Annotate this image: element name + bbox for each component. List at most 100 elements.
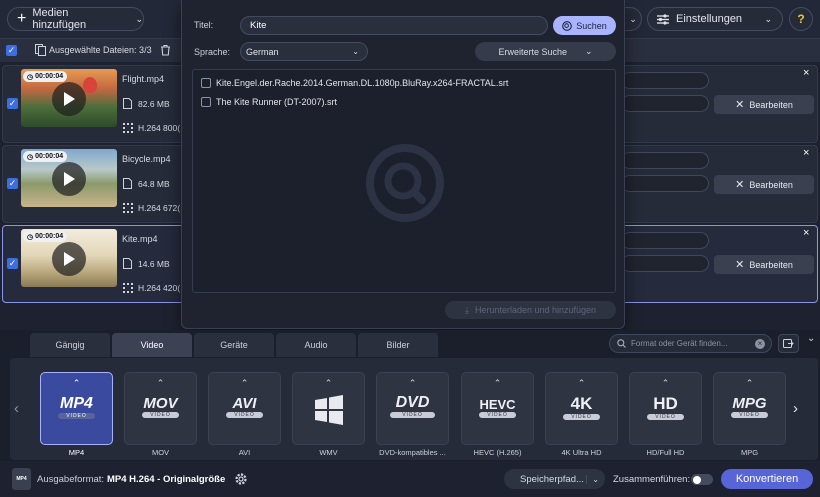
tab-audio[interactable]: Audio [276, 333, 356, 357]
format-card-dvd[interactable]: ⌃ DVD VIDEO [376, 372, 449, 445]
search-button[interactable]: Suchen [553, 16, 616, 35]
edit-label: Bearbeiten [749, 99, 793, 110]
title-input[interactable]: Kite [240, 16, 548, 35]
edit-button[interactable]: ✕ Bearbeiten [714, 175, 814, 194]
merge-toggle[interactable] [691, 474, 713, 485]
format-card-4k[interactable]: ⌃ 4K VIDEO [545, 372, 618, 445]
remove-file-icon[interactable]: × [803, 147, 809, 159]
export-format-button[interactable] [778, 334, 799, 353]
codec-info: H.264 420( [138, 283, 181, 293]
result-checkbox[interactable] [201, 78, 211, 88]
format-logo: 4K [570, 394, 593, 413]
file-name: Bicycle.mp4 [122, 154, 171, 164]
codec-info: H.264 672( [138, 203, 181, 213]
file-size: 82.6 MB [138, 99, 170, 109]
help-button[interactable]: ? [789, 7, 813, 31]
codec-icon [123, 283, 133, 293]
format-search-input[interactable]: Format oder Gerät finden... × [609, 334, 772, 353]
play-icon[interactable] [52, 242, 86, 276]
format-sub: VIDEO [563, 414, 600, 420]
advanced-search-button[interactable]: Erweiterte Suche ⌄ [475, 42, 616, 61]
tab-label: Geräte [220, 340, 248, 350]
tab-images[interactable]: Bilder [358, 333, 438, 357]
convert-button[interactable]: Konvertieren [721, 469, 813, 489]
gear-icon[interactable] [234, 472, 248, 486]
tab-devices[interactable]: Geräte [194, 333, 274, 357]
video-thumbnail[interactable]: ◷ 00:00:04 [21, 229, 117, 287]
result-checkbox[interactable] [201, 97, 211, 107]
format-card-hevc[interactable]: ⌃ HEVC VIDEO [461, 372, 534, 445]
format-logo: MP4 [60, 395, 93, 412]
edit-button[interactable]: ✕ Bearbeiten [714, 95, 814, 114]
result-item[interactable]: Kite.Engel.der.Rache.2014.German.DL.1080… [201, 78, 508, 88]
format-card-mpg[interactable]: ⌃ MPG VIDEO [713, 372, 786, 445]
language-select[interactable]: German ⌄ [240, 42, 368, 61]
result-name: Kite.Engel.der.Rache.2014.German.DL.1080… [216, 78, 509, 88]
file-checkbox[interactable]: ✓ [7, 178, 18, 189]
output-dropdown-button[interactable]: ⌄ [625, 7, 642, 31]
format-card-mov[interactable]: ⌃ MOV VIDEO [124, 372, 197, 445]
subtitle-dropdown[interactable] [621, 175, 709, 192]
format-label: MOV [151, 448, 170, 457]
add-media-button[interactable]: + Medien hinzufügen ⌄ [7, 7, 144, 31]
select-all-checkbox[interactable]: ✓ [6, 45, 17, 56]
scroll-right-icon[interactable]: › [793, 400, 798, 417]
selected-files-label: Ausgewählte Dateien: 3/3 [49, 45, 152, 55]
video-thumbnail[interactable]: ◷ 00:00:04 [21, 69, 117, 127]
trash-icon[interactable] [160, 44, 171, 56]
download-icon: ⤓ [464, 304, 469, 315]
save-path-label: Speicherpfad... [520, 473, 584, 485]
clock-icon: ◷ [27, 233, 34, 241]
output-format-badge: MP4 [16, 476, 27, 482]
format-card-wmv[interactable]: ⌃ [292, 372, 365, 445]
save-path-dropdown[interactable]: Speicherpfad... ⌄ [504, 469, 605, 489]
file-size: 64.8 MB [138, 179, 170, 189]
download-add-button[interactable]: ⤓ Herunterladen und hinzufügen [445, 301, 616, 319]
tools-icon: ✕ [735, 259, 745, 271]
file-icon [123, 258, 132, 269]
codec-icon [123, 203, 133, 213]
remove-file-icon[interactable]: × [803, 227, 809, 239]
title-input-value: Kite [250, 20, 267, 31]
tab-common[interactable]: Gängig [30, 333, 110, 357]
play-icon[interactable] [52, 162, 86, 196]
subtitle-dropdown[interactable] [621, 255, 709, 272]
language-value: German [246, 46, 279, 57]
subtitle-dropdown[interactable] [621, 95, 709, 112]
file-icon [123, 178, 132, 189]
play-icon[interactable] [52, 82, 86, 116]
output-dropdown[interactable] [621, 232, 709, 249]
format-sub: VIDEO [390, 412, 435, 418]
scroll-left-icon[interactable]: ‹ [14, 400, 19, 417]
tab-label: Bilder [386, 340, 410, 350]
download-add-label: Herunterladen und hinzufügen [474, 305, 597, 315]
tab-label: Audio [304, 340, 328, 350]
chevron-up-icon: ⌃ [408, 378, 417, 388]
chevron-up-icon: ⌃ [72, 378, 81, 388]
format-card-avi[interactable]: ⌃ AVI VIDEO [208, 372, 281, 445]
language-label: Sprache: [194, 47, 231, 57]
sliders-icon [657, 13, 669, 25]
clear-search-icon[interactable]: × [755, 338, 765, 349]
plus-icon: + [17, 10, 27, 27]
file-checkbox[interactable]: ✓ [7, 258, 18, 269]
format-sub: VIDEO [142, 412, 179, 418]
edit-button[interactable]: ✕ Bearbeiten [714, 255, 814, 274]
format-card-mp4[interactable]: ⌃ MP4 VIDEO [40, 372, 113, 445]
subtitle-search-panel: Titel: Kite Suchen Sprache: German ⌄ Erw… [181, 0, 625, 329]
file-icon [123, 98, 132, 109]
tab-video[interactable]: Video [112, 333, 192, 357]
file-name: Flight.mp4 [122, 74, 165, 84]
format-card-hd[interactable]: ⌃ HD VIDEO [629, 372, 702, 445]
remove-file-icon[interactable]: × [803, 67, 809, 79]
format-sub: VIDEO [58, 413, 95, 419]
settings-button[interactable]: Einstellungen ⌄ [647, 7, 783, 31]
result-item[interactable]: The Kite Runner (DT-2007).srt [201, 97, 337, 107]
video-thumbnail[interactable]: ◷ 00:00:04 [21, 149, 117, 207]
collapse-chevron-icon[interactable]: ⌄ [807, 333, 815, 344]
format-sub: VIDEO [647, 414, 684, 420]
file-checkbox[interactable]: ✓ [7, 98, 18, 109]
output-dropdown[interactable] [621, 72, 709, 89]
duration-badge: ◷ 00:00:04 [23, 71, 68, 82]
output-dropdown[interactable] [621, 152, 709, 169]
